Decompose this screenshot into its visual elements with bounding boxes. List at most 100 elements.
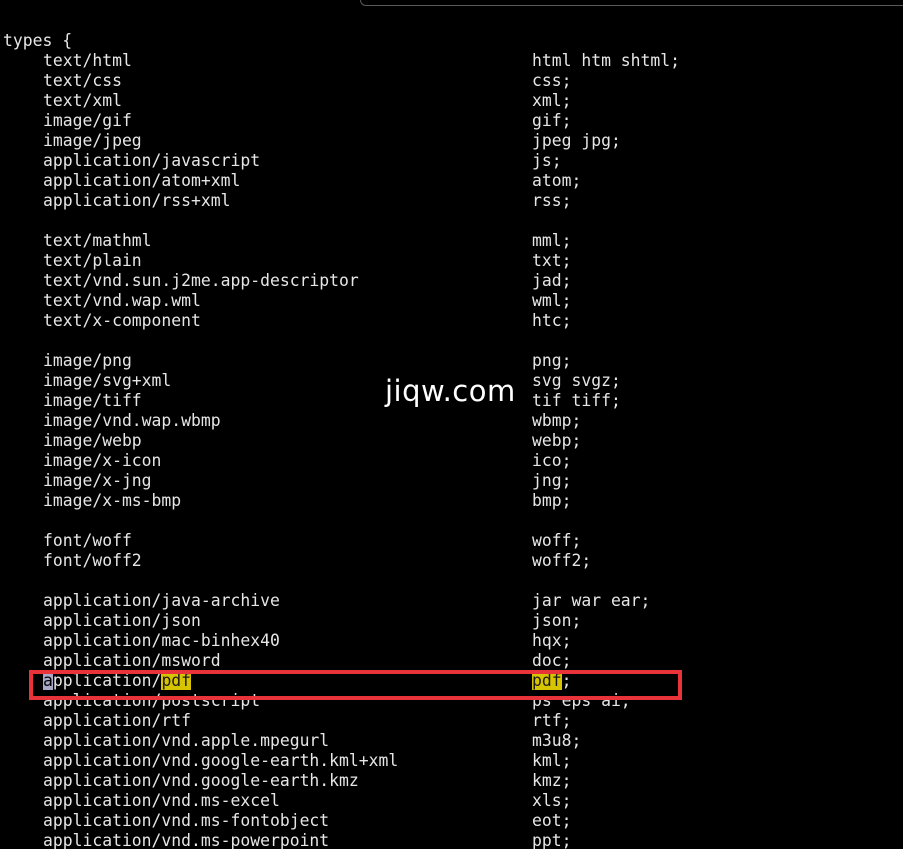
mime-type: image/x-jng <box>43 471 152 490</box>
mime-entry-line: application/rss+xml rss; <box>3 191 893 211</box>
mime-type: text/xml <box>43 91 122 110</box>
mime-extensions: woff2; <box>532 551 592 570</box>
mime-extensions: html htm shtml; <box>532 51 681 70</box>
mime-type: application/vnd.ms-fontobject <box>43 811 330 830</box>
mime-entry-line: application/vnd.google-earth.kmz kmz; <box>3 771 893 791</box>
selected-entry-line[interactable]: application/pdf pdf; <box>3 671 893 691</box>
terminal-window[interactable]: types { text/html html htm shtml; text/css… <box>0 0 903 849</box>
mime-type: font/woff <box>43 531 132 550</box>
mime-extensions: doc; <box>532 651 572 670</box>
mime-extensions: svg svgz; <box>532 371 621 390</box>
entries-before: text/html html htm shtml; text/css css; text… <box>3 51 893 671</box>
mime-type: image/jpeg <box>43 131 142 150</box>
mime-type: text/vnd.sun.j2me.app-descriptor <box>43 271 359 290</box>
mime-entry-line: image/x-ms-bmp bmp; <box>3 491 893 511</box>
selected-entry-type: application/pdf <box>43 671 192 691</box>
mime-entry-line: application/msword doc; <box>3 651 893 671</box>
mime-entry-line: text/mathml mml; <box>3 231 893 251</box>
mime-type: application/rss+xml <box>43 191 231 210</box>
mime-type: text/html <box>43 51 132 70</box>
mime-type: image/gif <box>43 111 132 130</box>
mime-type: application/msword <box>43 651 221 670</box>
mime-type: application/vnd.google-earth.kmz <box>43 771 359 790</box>
mime-extensions: txt; <box>532 251 572 270</box>
mime-extensions: gif; <box>532 111 572 130</box>
mime-extensions: tif tiff; <box>532 391 621 410</box>
mime-extensions: kmz; <box>532 771 572 790</box>
mime-type: text/vnd.wap.wml <box>43 291 201 310</box>
types-header: types { <box>3 31 73 50</box>
entries-after: application/postscript ps eps ai; applicat… <box>3 691 893 849</box>
tab-edge <box>360 0 903 6</box>
mime-extensions: jad; <box>532 271 572 290</box>
mime-type: font/woff2 <box>43 551 142 570</box>
mime-entry-line: image/gif gif; <box>3 111 893 131</box>
mime-extensions: xml; <box>532 91 572 110</box>
mime-type: text/mathml <box>43 231 152 250</box>
mime-type: application/postscript <box>43 691 261 710</box>
search-match-type: pdf <box>161 671 192 690</box>
mime-type: text/plain <box>43 251 142 270</box>
code-view[interactable]: types { text/html html htm shtml; text/css… <box>3 31 893 849</box>
mime-type: text/x-component <box>43 311 201 330</box>
mime-type: application/java-archive <box>43 591 280 610</box>
text-cursor: a <box>43 671 53 690</box>
mime-entry-line: application/java-archive jar war ear; <box>3 591 893 611</box>
mime-type: application/atom+xml <box>43 171 241 190</box>
mime-entry-line: text/css css; <box>3 71 893 91</box>
mime-extensions: atom; <box>532 171 582 190</box>
mime-entry-line: text/html html htm shtml; <box>3 51 893 71</box>
mime-entry-line: text/x-component htc; <box>3 311 893 331</box>
mime-extensions: json; <box>532 611 582 630</box>
mime-extensions: css; <box>532 71 572 90</box>
mime-entry-line: image/webp webp; <box>3 431 893 451</box>
mime-entry-line: image/x-jng jng; <box>3 471 893 491</box>
mime-entry-line: image/x-icon ico; <box>3 451 893 471</box>
mime-extensions: ps eps ai; <box>532 691 631 710</box>
mime-extensions: ico; <box>532 451 572 470</box>
mime-entry-line: application/mac-binhex40 hqx; <box>3 631 893 651</box>
mime-extensions: jng; <box>532 471 572 490</box>
mime-extensions: kml; <box>532 751 572 770</box>
mime-extensions: js; <box>532 151 562 170</box>
mime-extensions: woff; <box>532 531 582 550</box>
mime-extensions: ppt; <box>532 831 572 849</box>
mime-extensions: m3u8; <box>532 731 582 750</box>
mime-entry-line: image/vnd.wap.wbmp wbmp; <box>3 411 893 431</box>
mime-entry-line: image/jpeg jpeg jpg; <box>3 131 893 151</box>
mime-type: application/vnd.google-earth.kml+xml <box>43 751 399 770</box>
mime-type: application/javascript <box>43 151 261 170</box>
mime-type: image/x-ms-bmp <box>43 491 182 510</box>
mime-type: image/webp <box>43 431 142 450</box>
selected-entry-ext: pdf; <box>532 671 571 691</box>
mime-entry-line: application/atom+xml atom; <box>3 171 893 191</box>
mime-extensions: jpeg jpg; <box>532 131 621 150</box>
mime-entry-line: application/rtf rtf; <box>3 711 893 731</box>
mime-extensions: hqx; <box>532 631 572 650</box>
mime-entry-line: application/vnd.ms-excel xls; <box>3 791 893 811</box>
search-match-ext: pdf <box>532 671 562 690</box>
mime-type: image/tiff <box>43 391 142 410</box>
mime-type: image/vnd.wap.wbmp <box>43 411 221 430</box>
mime-entry-line: application/javascript js; <box>3 151 893 171</box>
mime-entry-line: text/vnd.sun.j2me.app-descriptor jad; <box>3 271 893 291</box>
mime-type: image/x-icon <box>43 451 162 470</box>
tab-strip <box>0 0 903 6</box>
mime-type: image/png <box>43 351 132 370</box>
mime-extensions: png; <box>532 351 572 370</box>
mime-type: application/mac-binhex40 <box>43 631 280 650</box>
mime-extensions: jar war ear; <box>532 591 651 610</box>
mime-entry-line: application/vnd.ms-fontobject eot; <box>3 811 893 831</box>
mime-type: application/vnd.ms-powerpoint <box>43 831 330 849</box>
mime-extensions: xls; <box>532 791 572 810</box>
mime-entry-line: text/plain txt; <box>3 251 893 271</box>
mime-extensions: mml; <box>532 231 572 250</box>
selected-ext-suffix: ; <box>561 671 572 690</box>
mime-type: application/vnd.apple.mpegurl <box>43 731 330 750</box>
mime-type: application/rtf <box>43 711 192 730</box>
mime-entry-line: application/postscript ps eps ai; <box>3 691 893 711</box>
mime-type: text/css <box>43 71 122 90</box>
